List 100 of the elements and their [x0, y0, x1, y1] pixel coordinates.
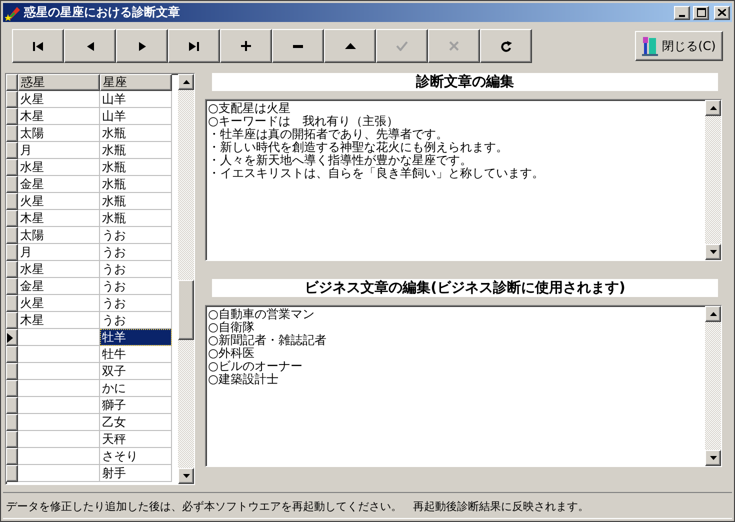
table-cell[interactable]: 木星 — [18, 312, 100, 329]
table-cell[interactable]: 太陽 — [18, 125, 100, 142]
minimize-button[interactable] — [674, 6, 690, 20]
table-cell[interactable]: 天秤 — [100, 431, 172, 448]
row-indicator[interactable] — [6, 108, 18, 125]
table-cell[interactable] — [18, 448, 100, 465]
table-cell[interactable] — [18, 397, 100, 414]
triangle-right-icon — [138, 42, 146, 50]
editor-line: ○ビルのオーナー — [208, 360, 304, 373]
row-indicator[interactable] — [6, 261, 18, 278]
navigator-button[interactable] — [64, 29, 116, 63]
row-indicator[interactable] — [6, 448, 18, 465]
table-cell[interactable]: 獅子 — [100, 397, 172, 414]
arrow-down-icon — [710, 456, 716, 460]
table-cell[interactable] — [18, 346, 100, 363]
row-indicator[interactable] — [6, 329, 18, 346]
navigator-button[interactable] — [116, 29, 168, 63]
table-cell[interactable]: 水瓶 — [100, 142, 172, 159]
row-indicator[interactable] — [6, 465, 18, 482]
row-indicator[interactable] — [6, 295, 18, 312]
text-editor[interactable]: ○支配星は火星 ○キーワードは 我れ有り（主張） ・牡羊座は真の開拓者であり、先導者です。 ・新しい時代を創造する神聖な花火にも例えられます。 ・人々を新天地へ導く指導性が豊かな星座です。 ・イエスキリストは、自らを「良き羊飼い」と称しています。 — [205, 99, 722, 261]
table-cell[interactable]: 木星 — [18, 210, 100, 227]
table-cell[interactable]: 水星 — [18, 159, 100, 176]
minus-icon — [293, 44, 303, 48]
table-cell[interactable]: うお — [100, 278, 172, 295]
status-text: データを修正したり追加した後は、必ず本ソフトウエアを再起動してください。 再起動後診断結果に反映されます。 — [6, 498, 589, 514]
vertical-scrollbar[interactable] — [705, 100, 721, 260]
table-cell[interactable]: かに — [100, 380, 172, 397]
row-indicator[interactable] — [6, 312, 18, 329]
minimize-icon — [679, 14, 685, 16]
editor-line: ・人々を新天地へ導く指導性が豊かな星座です。 — [208, 154, 473, 167]
table-cell[interactable]: 山羊 — [100, 108, 172, 125]
skip-first-icon — [33, 42, 43, 50]
table-cell[interactable]: 水瓶 — [100, 176, 172, 193]
navigator-button[interactable] — [480, 29, 532, 63]
table-cell[interactable]: うお — [100, 227, 172, 244]
table-cell[interactable] — [18, 431, 100, 448]
maximize-button[interactable] — [693, 6, 709, 20]
vertical-scrollbar[interactable] — [178, 74, 194, 484]
navigator-button[interactable] — [324, 29, 376, 63]
arrow-up-icon — [182, 80, 190, 84]
navigator-button[interactable] — [272, 29, 324, 63]
table-cell[interactable] — [18, 465, 100, 482]
editor-line: ○キーワードは 我れ有り（主張） — [208, 115, 400, 128]
table-cell[interactable]: 水瓶 — [100, 210, 172, 227]
table-cell[interactable] — [18, 380, 100, 397]
table-cell[interactable]: 金星 — [18, 278, 100, 295]
row-indicator[interactable] — [6, 227, 18, 244]
row-indicator[interactable] — [6, 125, 18, 142]
table-cell[interactable]: さそり — [100, 448, 172, 465]
table-cell[interactable]: 太陽 — [18, 227, 100, 244]
row-indicator[interactable] — [6, 414, 18, 431]
editor-line: ○新聞記者・雑誌記者 — [208, 334, 328, 347]
table-cell[interactable]: 水瓶 — [100, 125, 172, 142]
table-cell[interactable]: 火星 — [18, 193, 100, 210]
row-indicator[interactable] — [6, 176, 18, 193]
scroll-thumb[interactable] — [178, 280, 194, 340]
row-indicator[interactable] — [6, 346, 18, 363]
section-heading: ビジネス文章の編集(ビジネス診断に使用されます) — [212, 279, 718, 297]
row-indicator[interactable] — [6, 278, 18, 295]
table-cell[interactable]: 火星 — [18, 91, 100, 108]
table-cell[interactable]: 射手 — [100, 465, 172, 482]
table-cell[interactable]: 水瓶 — [100, 159, 172, 176]
column-header[interactable]: 惑星 — [18, 74, 100, 91]
row-indicator[interactable] — [6, 210, 18, 227]
table-cell[interactable]: 金星 — [18, 176, 100, 193]
table-cell[interactable]: 牡牛 — [100, 346, 172, 363]
text-editor[interactable]: ○自動車の営業マン ○自衛隊 ○新聞記者・雑誌記者 ○外科医 ○ビルのオーナー ○建築設計士 — [205, 305, 722, 467]
row-indicator[interactable] — [6, 91, 18, 108]
table-cell[interactable]: 月 — [18, 244, 100, 261]
table-cell[interactable] — [18, 414, 100, 431]
row-indicator[interactable] — [6, 431, 18, 448]
close-button[interactable] — [714, 6, 730, 20]
table-cell[interactable]: うお — [100, 295, 172, 312]
table-cell[interactable]: 火星 — [18, 295, 100, 312]
navigator-button[interactable] — [220, 29, 272, 63]
vertical-scrollbar[interactable] — [705, 306, 721, 466]
row-indicator[interactable] — [6, 363, 18, 380]
table-cell[interactable]: 木星 — [18, 108, 100, 125]
table-cell[interactable]: 月 — [18, 142, 100, 159]
table-cell[interactable]: うお — [100, 261, 172, 278]
table-cell[interactable] — [18, 363, 100, 380]
table-cell[interactable]: 乙女 — [100, 414, 172, 431]
table-cell[interactable]: うお — [100, 244, 172, 261]
table-cell[interactable]: 水星 — [18, 261, 100, 278]
column-header[interactable]: 星座 — [100, 74, 172, 91]
row-indicator[interactable] — [6, 159, 18, 176]
row-indicator[interactable] — [6, 380, 18, 397]
table-cell[interactable]: 双子 — [100, 363, 172, 380]
row-indicator[interactable] — [6, 244, 18, 261]
close-form-button[interactable]: 閉じる(C) — [635, 31, 723, 61]
table-cell[interactable]: 山羊 — [100, 91, 172, 108]
row-indicator[interactable] — [6, 142, 18, 159]
navigator-button[interactable] — [168, 29, 220, 63]
table-cell[interactable]: 牡羊 — [100, 329, 172, 346]
navigator-button[interactable] — [12, 29, 64, 63]
table-cell[interactable]: 水瓶 — [100, 193, 172, 210]
row-indicator[interactable] — [6, 193, 18, 210]
editor-line: ・新しい時代を創造する神聖な花火にも例えられます。 — [208, 141, 509, 154]
row-indicator[interactable] — [6, 397, 18, 414]
